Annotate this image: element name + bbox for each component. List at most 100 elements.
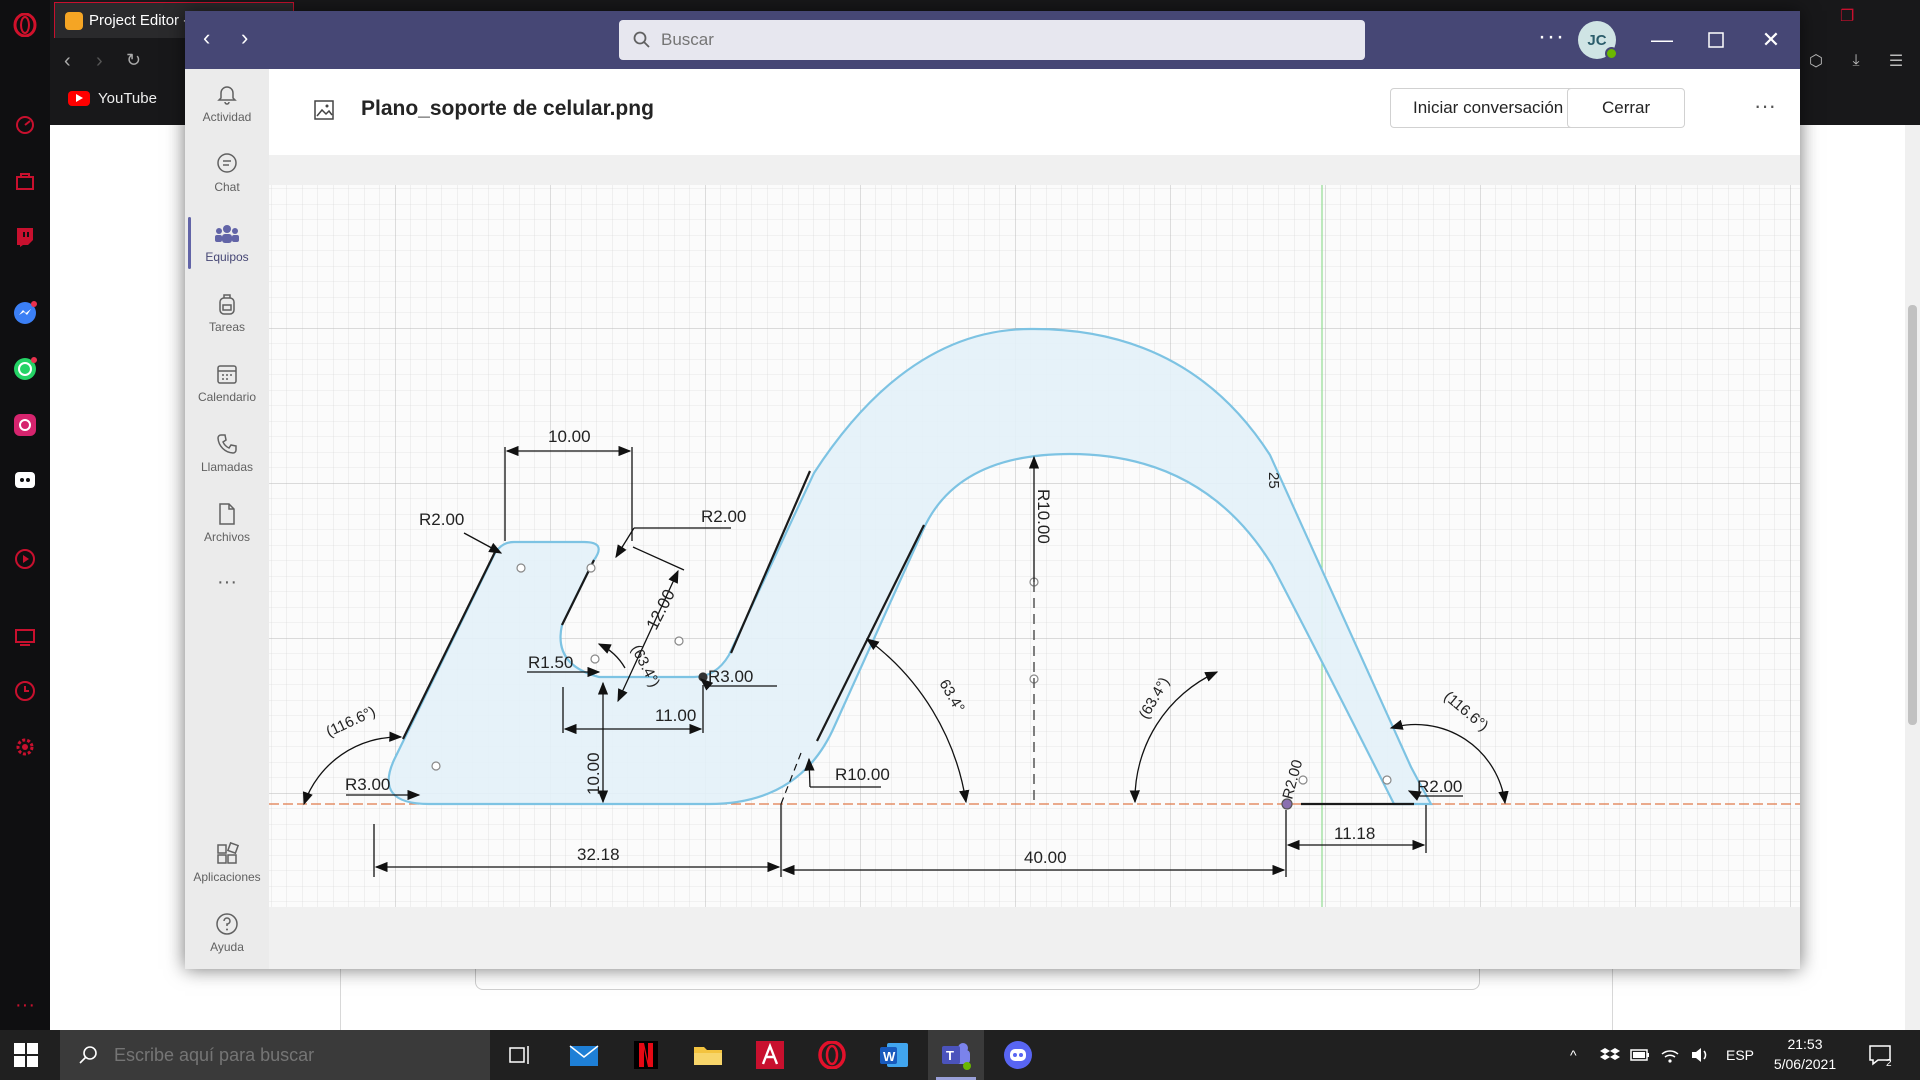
- apps-icon: [217, 842, 239, 864]
- download-icon[interactable]: ⤓: [1845, 50, 1867, 72]
- netflix-icon[interactable]: [618, 1030, 674, 1080]
- rail-label: Equipos: [205, 250, 249, 264]
- task-view-icon[interactable]: [492, 1030, 548, 1080]
- tray-overflow-icon[interactable]: ^: [1570, 1030, 1577, 1080]
- messenger-icon[interactable]: [12, 300, 38, 326]
- image-preview: 10.00 R2.00 R2.00 12.00 (63.4°) R1.50 R3…: [269, 155, 1800, 969]
- language-indicator[interactable]: ESP: [1726, 1030, 1754, 1080]
- dim-label: 10.00: [584, 752, 603, 795]
- rail-label: Llamadas: [200, 460, 254, 474]
- whatsapp-icon[interactable]: [12, 356, 38, 382]
- close-window-icon[interactable]: ✕: [1754, 23, 1788, 57]
- wifi-icon[interactable]: [1660, 1030, 1680, 1080]
- bookmark-youtube[interactable]: YouTube: [68, 90, 157, 107]
- cad-drawing: 10.00 R2.00 R2.00 12.00 (63.4°) R1.50 R3…: [269, 185, 1800, 907]
- rail-item-equipos[interactable]: Equipos: [185, 209, 269, 277]
- settings-icon[interactable]: [12, 734, 38, 760]
- speed-dial-icon[interactable]: [12, 112, 38, 138]
- notification-count: 2: [1886, 1058, 1892, 1069]
- rail-item-llamadas[interactable]: Llamadas: [185, 419, 269, 487]
- teams-taskbar-icon[interactable]: T: [928, 1030, 984, 1080]
- tabs-icon[interactable]: [12, 624, 38, 650]
- rail-item-archivos[interactable]: Archivos: [185, 489, 269, 557]
- svg-text:W: W: [883, 1049, 896, 1064]
- dim-label: R1.50: [528, 653, 573, 672]
- discord-sidebar-icon[interactable]: [12, 468, 38, 494]
- rail-label: Ayuda: [210, 940, 244, 954]
- sidebar-more-icon[interactable]: ···: [12, 992, 38, 1018]
- youtube-icon: [68, 91, 90, 106]
- rail-item-tareas[interactable]: Tareas: [185, 279, 269, 347]
- avatar[interactable]: JC: [1578, 21, 1618, 60]
- dim-label: R2.00: [701, 507, 746, 526]
- clock-time: 21:53: [1787, 1036, 1823, 1052]
- opera-logo-icon[interactable]: [12, 12, 38, 38]
- autocad-icon[interactable]: [742, 1030, 798, 1080]
- svg-text:T: T: [946, 1048, 954, 1063]
- start-conversation-button[interactable]: Iniciar conversación: [1390, 88, 1587, 128]
- clock-date: 5/06/2021: [1773, 1056, 1837, 1072]
- teams-search[interactable]: [619, 20, 1365, 60]
- close-button[interactable]: Cerrar: [1567, 88, 1686, 128]
- browser-forward-icon[interactable]: ›: [96, 50, 103, 73]
- history-icon[interactable]: [12, 678, 38, 704]
- dim-label: R2.00: [1417, 777, 1462, 796]
- rail-item-ayuda[interactable]: Ayuda: [185, 899, 269, 967]
- teams-forward-icon[interactable]: ›: [241, 27, 248, 49]
- rail-more-icon[interactable]: ···: [185, 559, 269, 605]
- battery-icon[interactable]: [1630, 1030, 1650, 1080]
- page-scrollbar[interactable]: [1905, 125, 1920, 1030]
- chat-icon: [217, 153, 237, 173]
- header-more-icon[interactable]: ···: [1754, 93, 1776, 119]
- titlebar-more-icon[interactable]: ···: [1538, 23, 1565, 51]
- shopping-icon[interactable]: [12, 168, 38, 194]
- taskbar-search[interactable]: [60, 1030, 490, 1080]
- dim-label: 25: [1265, 472, 1282, 489]
- teams-app-bar: Actividad Chat Equipos Tareas Calendario…: [185, 69, 269, 969]
- windows-start-icon[interactable]: [14, 1043, 40, 1069]
- opera-sidebar: ···: [0, 0, 50, 1030]
- volume-icon[interactable]: [1690, 1030, 1712, 1080]
- dim-label: 10.00: [548, 427, 591, 446]
- file-viewer-header: Plano_soporte de celular.png Iniciar con…: [269, 69, 1800, 155]
- reload-icon[interactable]: ↻: [126, 50, 141, 71]
- minimize-icon[interactable]: —: [1645, 23, 1679, 57]
- twitch-icon[interactable]: [12, 224, 38, 250]
- taskbar-search-input[interactable]: [114, 1044, 474, 1066]
- notifications-icon[interactable]: 2: [1868, 1030, 1894, 1080]
- taskbar: W T ^ ESP 21:53 5/06/2021 2: [0, 1030, 1920, 1080]
- maximize-icon[interactable]: [1699, 23, 1733, 57]
- search-input[interactable]: [661, 30, 1311, 50]
- dropbox-icon[interactable]: [1600, 1030, 1620, 1080]
- file-explorer-icon[interactable]: [680, 1030, 736, 1080]
- tab-favicon-icon: [65, 11, 83, 30]
- rail-label: Actividad: [202, 110, 252, 124]
- teams-back-icon[interactable]: ‹: [203, 27, 210, 49]
- rail-label: Tareas: [208, 320, 246, 334]
- rail-item-actividad[interactable]: Actividad: [185, 69, 269, 137]
- easy-setup-icon[interactable]: ☰: [1885, 50, 1907, 72]
- rail-item-calendario[interactable]: Calendario: [185, 349, 269, 417]
- dim-label: R3.00: [345, 775, 390, 794]
- bookmark-label: YouTube: [98, 90, 157, 107]
- teams-titlebar: ‹ › ··· JC — ✕: [185, 11, 1800, 69]
- rail-label: Calendario: [197, 390, 257, 404]
- dim-label: 40.00: [1024, 848, 1067, 867]
- rail-item-chat[interactable]: Chat: [185, 139, 269, 207]
- browser-back-icon[interactable]: ‹: [64, 50, 71, 73]
- instagram-icon[interactable]: [12, 412, 38, 438]
- clock[interactable]: 21:53 5/06/2021: [1765, 1034, 1845, 1074]
- rail-item-aplicaciones[interactable]: Aplicaciones: [185, 829, 269, 897]
- player-icon[interactable]: [12, 546, 38, 572]
- word-icon[interactable]: W: [866, 1030, 922, 1080]
- file-title: Plano_soporte de celular.png: [361, 97, 654, 120]
- discord-icon[interactable]: [990, 1030, 1046, 1080]
- presence-icon: [1605, 47, 1618, 60]
- snapshot-icon[interactable]: ⬡: [1805, 50, 1827, 72]
- mail-icon[interactable]: [556, 1030, 612, 1080]
- dim-label: R10.00: [835, 765, 890, 784]
- avatar-initials: JC: [1587, 31, 1607, 49]
- scrollbar-thumb[interactable]: [1908, 305, 1917, 725]
- opera-icon[interactable]: [804, 1030, 860, 1080]
- restore-window-icon[interactable]: ❐: [1840, 6, 1854, 26]
